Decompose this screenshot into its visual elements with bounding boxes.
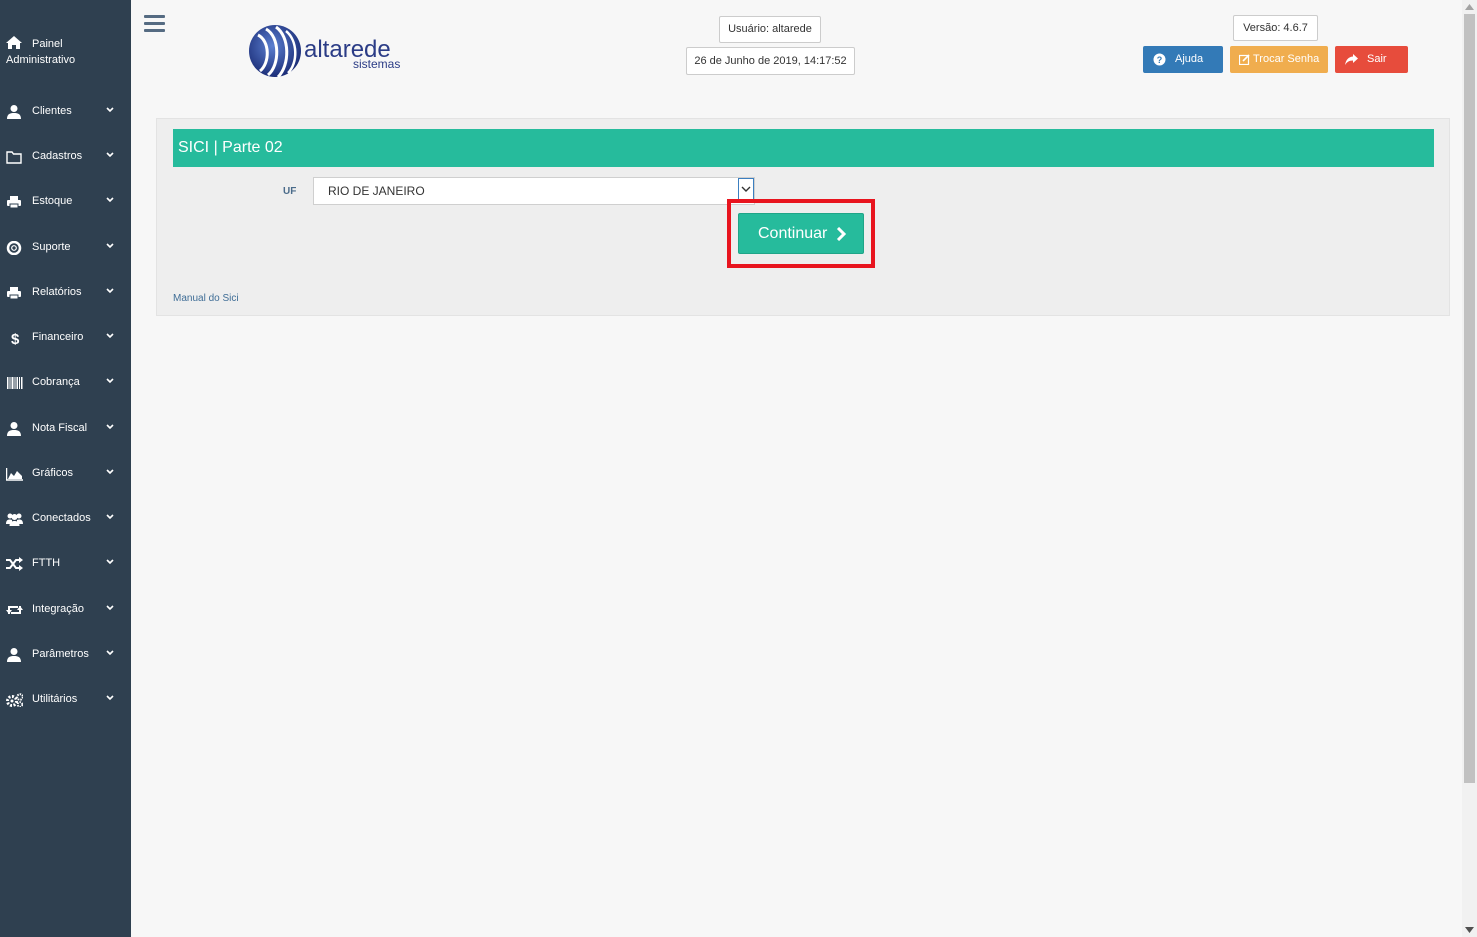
users-icon — [6, 513, 23, 526]
chevron-down-icon — [106, 514, 114, 520]
cogs-icon — [6, 693, 23, 707]
svg-text:?: ? — [1157, 55, 1163, 65]
scrollbar-thumb[interactable] — [1464, 14, 1475, 783]
uf-label: UF — [283, 186, 297, 197]
life-ring-icon — [6, 241, 22, 255]
manual-link[interactable]: Manual do Sici — [173, 293, 239, 304]
scroll-down-icon[interactable] — [1465, 927, 1474, 933]
sidebar-item-label: Cadastros — [32, 150, 83, 162]
barcode-icon — [7, 377, 23, 389]
scrollbar[interactable] — [1462, 0, 1477, 937]
sidebar-item-label: Utilitários — [32, 693, 78, 705]
sidebar-item-graficos[interactable]: Gráficos — [0, 459, 131, 489]
folder-icon — [6, 151, 22, 164]
chevron-down-icon[interactable] — [738, 178, 754, 200]
chevron-down-icon — [106, 469, 114, 475]
chevron-down-icon — [106, 695, 114, 701]
sidebar-item-nota-fiscal[interactable]: Nota Fiscal — [0, 414, 131, 444]
continue-button[interactable]: Continuar — [738, 213, 864, 254]
sidebar-item-estoque[interactable]: Estoque — [0, 187, 131, 217]
chevron-down-icon — [106, 243, 114, 249]
chevron-down-icon — [106, 288, 114, 294]
help-button[interactable]: ? Ajuda — [1143, 46, 1223, 73]
sici-panel: SICI | Parte 02 UF RIO DE JANEIRO Contin… — [156, 118, 1450, 316]
chevron-right-icon — [836, 227, 847, 241]
edit-icon — [1239, 54, 1250, 65]
sidebar-item-label: Relatórios — [32, 286, 82, 298]
user-icon — [7, 422, 21, 436]
chevron-down-icon — [106, 605, 114, 611]
logout-button[interactable]: Sair — [1335, 46, 1408, 73]
sidebar-item-clientes[interactable]: Clientes — [0, 97, 131, 127]
printer-icon — [7, 287, 21, 300]
sidebar-item-label: Integração — [32, 603, 84, 615]
sidebar-item-ftth[interactable]: FTTH — [0, 549, 131, 579]
chevron-down-icon — [106, 197, 114, 203]
sidebar-item-utilitarios[interactable]: Utilitários — [0, 685, 131, 715]
chevron-down-icon — [106, 424, 114, 430]
scroll-up-icon[interactable] — [1465, 4, 1474, 10]
chevron-down-icon — [106, 559, 114, 565]
svg-text:sistemas: sistemas — [353, 57, 400, 71]
sidebar-item-integracao[interactable]: Integração — [0, 595, 131, 625]
sidebar-home-label: Painel — [32, 38, 63, 50]
sidebar-item-label: Cobrança — [32, 376, 80, 388]
sidebar: Painel Administrativo Clientes Cadastros E… — [0, 0, 131, 937]
sidebar-item-conectados[interactable]: Conectados — [0, 504, 131, 534]
retweet-icon — [6, 606, 23, 614]
chevron-down-icon — [106, 650, 114, 656]
datetime-display: 26 de Junho de 2019, 14:17:52 — [686, 47, 855, 75]
sidebar-item-financeiro[interactable]: $ Financeiro — [0, 323, 131, 353]
uf-select[interactable]: RIO DE JANEIRO — [313, 177, 755, 205]
chevron-down-icon — [106, 152, 114, 158]
share-icon — [1345, 54, 1358, 65]
user-badge: Usuário: altarede — [719, 16, 821, 43]
sidebar-item-label: Gráficos — [32, 467, 73, 479]
dollar-icon: $ — [11, 331, 20, 345]
panel-title: SICI | Parte 02 — [173, 129, 1434, 167]
user-icon — [7, 648, 21, 662]
logout-label: Sair — [1367, 53, 1387, 65]
menu-toggle-icon[interactable] — [144, 15, 165, 33]
sidebar-item-label: Nota Fiscal — [32, 422, 88, 434]
chevron-down-icon — [106, 333, 114, 339]
sidebar-item-label: Parâmetros — [32, 648, 89, 660]
change-password-button[interactable]: Trocar Senha — [1230, 46, 1328, 73]
version-badge: Versão: 4.6.7 — [1233, 15, 1318, 41]
random-icon — [6, 557, 23, 571]
sidebar-item-label: Suporte — [32, 241, 71, 253]
sidebar-item-parametros[interactable]: Parâmetros — [0, 640, 131, 670]
uf-selected-value: RIO DE JANEIRO — [328, 184, 425, 198]
chevron-down-icon — [106, 378, 114, 384]
sidebar-item-relatorios[interactable]: Relatórios — [0, 278, 131, 308]
sidebar-item-cadastros[interactable]: Cadastros — [0, 142, 131, 172]
svg-text:$: $ — [11, 331, 20, 345]
change-password-label: Trocar Senha — [1253, 53, 1320, 65]
printer-icon — [7, 196, 21, 209]
sidebar-item-label: Clientes — [32, 105, 72, 117]
home-icon — [6, 36, 22, 49]
sidebar-item-label: Conectados — [32, 512, 91, 524]
sidebar-item-label: Estoque — [32, 195, 73, 207]
sidebar-item-cobranca[interactable]: Cobrança — [0, 368, 131, 398]
sidebar-item-label: Financeiro — [32, 331, 84, 343]
sidebar-item-suporte[interactable]: Suporte — [0, 233, 131, 263]
help-label: Ajuda — [1175, 53, 1204, 65]
sidebar-home-label-2: Administrativo — [6, 54, 76, 66]
area-chart-icon — [6, 468, 23, 481]
continue-label: Continuar — [758, 225, 828, 242]
question-circle-icon: ? — [1153, 53, 1166, 66]
user-icon — [7, 105, 21, 119]
sidebar-item-label: FTTH — [32, 557, 61, 569]
logo: altarede sistemas — [248, 23, 418, 79]
chevron-down-icon — [106, 107, 114, 113]
